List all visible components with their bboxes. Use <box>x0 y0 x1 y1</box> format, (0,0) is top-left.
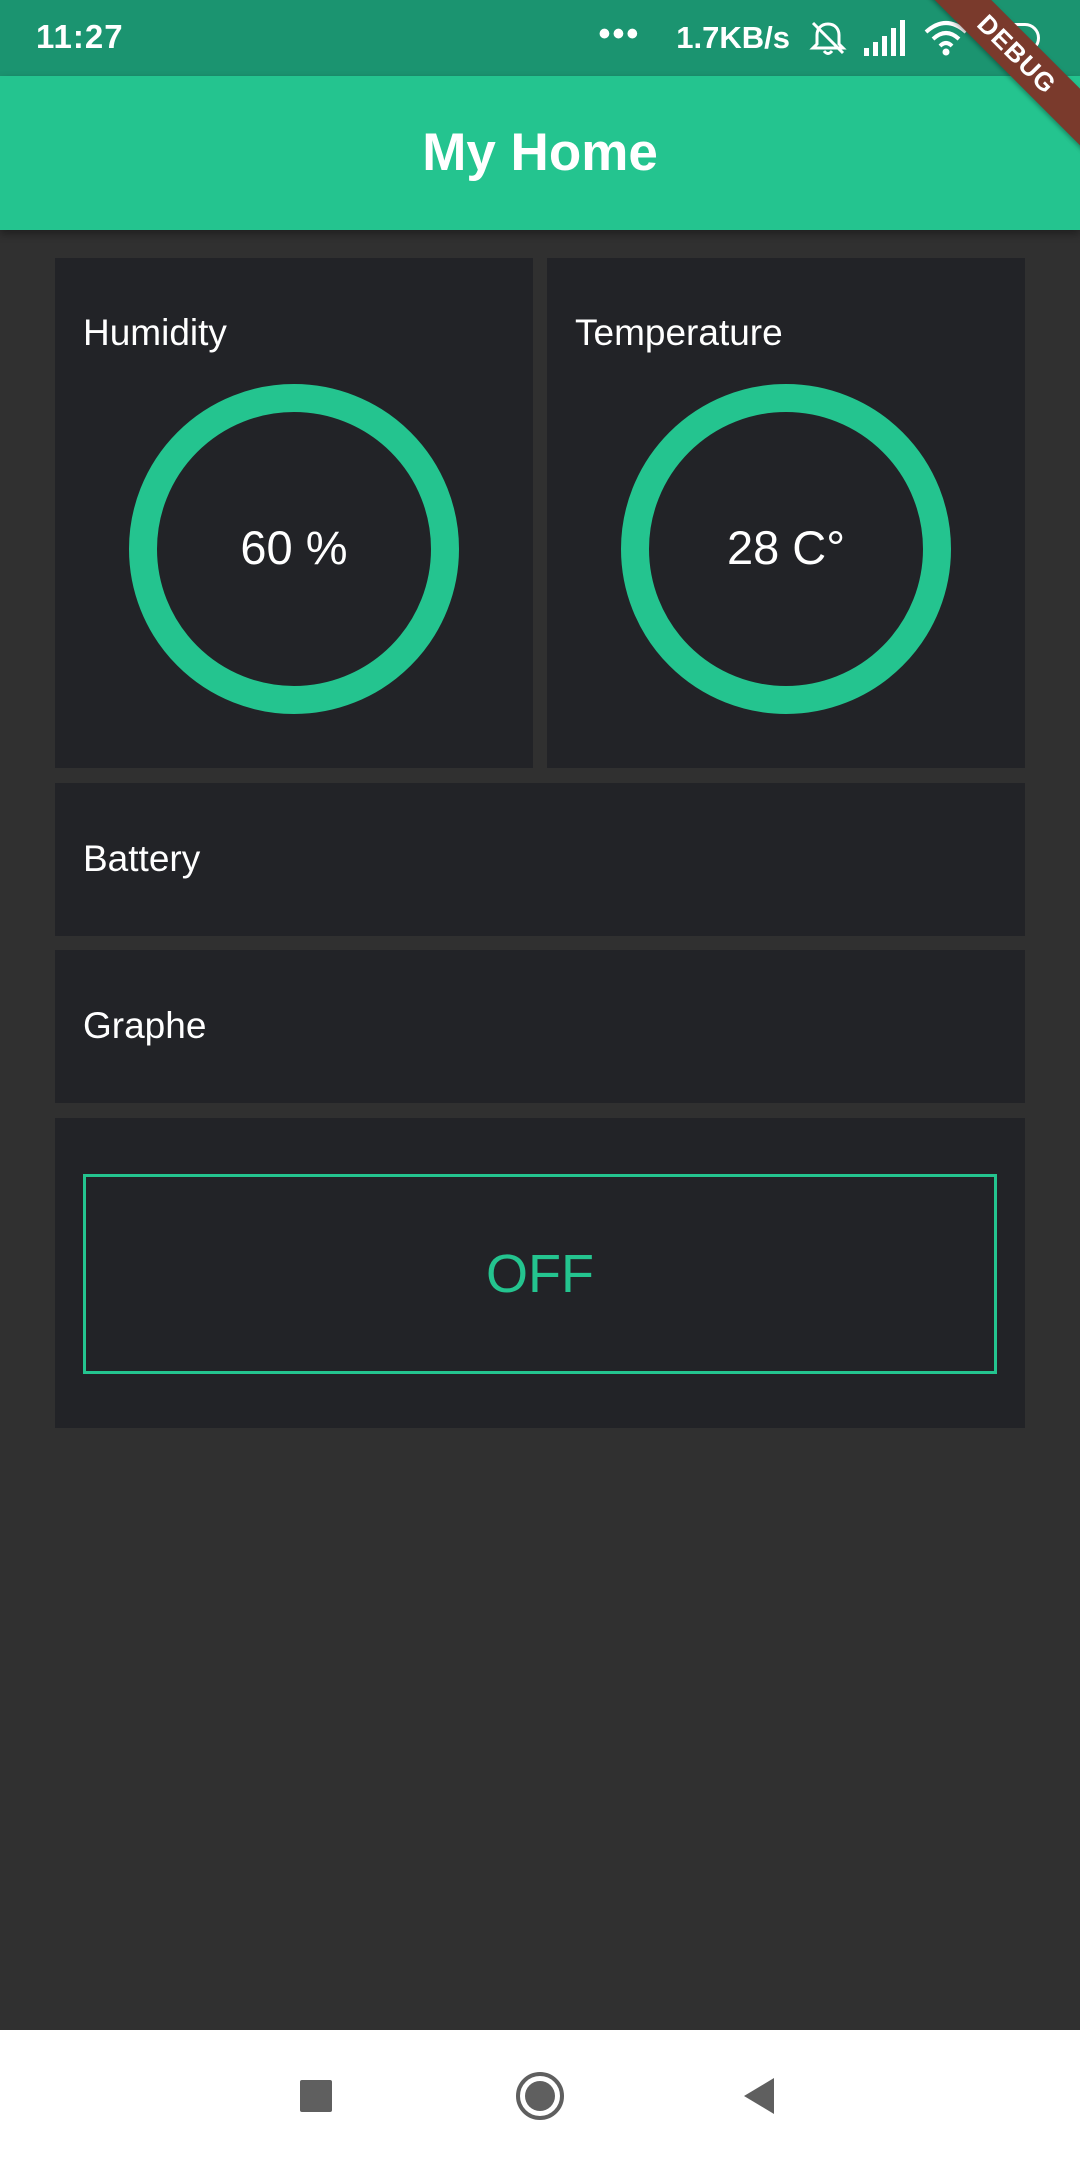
toggle-card: OFF <box>55 1118 1025 1428</box>
more-notifications-icon: ••• <box>598 14 641 53</box>
temperature-value: 28 C° <box>726 521 846 574</box>
recents-icon[interactable] <box>286 2066 346 2126</box>
status-time: 11:27 <box>36 18 124 55</box>
graph-label: Graphe <box>83 1005 207 1046</box>
navigation-bar <box>0 2030 1080 2160</box>
temperature-card: Temperature 28 C° <box>547 258 1025 768</box>
off-button[interactable]: OFF <box>83 1174 997 1374</box>
alarm-off-icon <box>809 21 847 55</box>
home-icon[interactable] <box>510 2066 570 2126</box>
humidity-gauge <box>129 384 459 714</box>
temperature-gauge <box>621 384 951 714</box>
back-icon[interactable] <box>730 2066 790 2126</box>
humidity-card: Humidity 60 % <box>55 258 533 768</box>
page-title: My Home <box>422 123 658 182</box>
humidity-value: 60 % <box>240 521 348 574</box>
battery-label: Battery <box>83 838 201 879</box>
graph-card[interactable]: Graphe <box>55 950 1025 1103</box>
network-speed: 1.7KB/s <box>676 20 790 55</box>
signal-icon <box>864 20 905 56</box>
battery-card[interactable]: Battery <box>55 783 1025 936</box>
app-bar: My Home <box>0 76 1080 230</box>
status-bar: 11:27 ••• 1.7KB/s 81 <box>0 0 1080 76</box>
